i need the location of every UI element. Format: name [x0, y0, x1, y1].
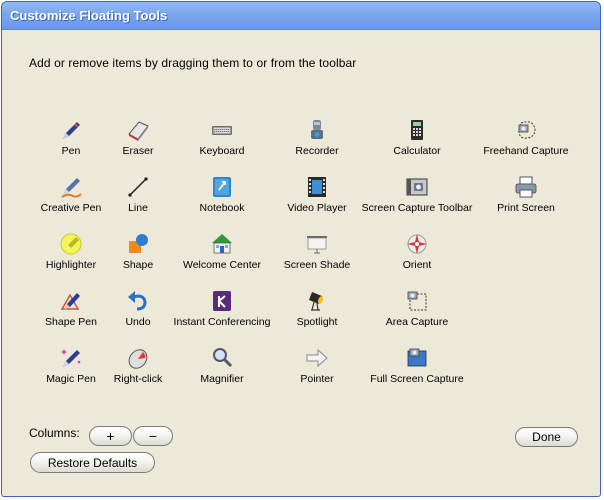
tool-full-screen-capture[interactable]: Full Screen Capture	[358, 345, 476, 393]
tool-label: Screen Capture Toolbar	[361, 202, 473, 214]
line-icon	[125, 174, 151, 200]
eraser-icon	[125, 117, 151, 143]
tool-label: Area Capture	[385, 316, 449, 328]
pointer-arrow-icon	[304, 345, 330, 371]
remove-column-button[interactable]: −	[133, 426, 173, 446]
magnifier-icon	[209, 345, 235, 371]
welcome-center-icon	[209, 231, 235, 257]
tool-area-capture[interactable]: Area Capture	[358, 288, 476, 336]
notebook-icon	[209, 174, 235, 200]
instant-conferencing-icon	[209, 288, 235, 314]
print-screen-icon	[513, 174, 539, 200]
customize-floating-tools-dialog: Customize Floating Tools Add or remove i…	[1, 1, 601, 497]
tool-label: Full Screen Capture	[370, 373, 464, 385]
tool-label: Calculator	[393, 145, 441, 157]
window-title: Customize Floating Tools	[10, 8, 168, 23]
full-screen-capture-icon	[404, 345, 430, 371]
done-button[interactable]: Done	[515, 427, 578, 447]
instruction-text: Add or remove items by dragging them to …	[29, 56, 357, 70]
tool-screen-capture-toolbar[interactable]: Screen Capture Toolbar	[358, 174, 476, 222]
tool-label: Orient	[402, 259, 432, 271]
undo-icon	[125, 288, 151, 314]
keyboard-icon	[209, 117, 235, 143]
tool-label: Freehand Capture	[483, 145, 569, 157]
title-bar[interactable]: Customize Floating Tools	[2, 2, 600, 30]
tool-freehand-capture[interactable]: Freehand Capture	[467, 117, 585, 165]
orient-icon	[404, 231, 430, 257]
area-capture-icon	[404, 288, 430, 314]
tool-orient[interactable]: Orient	[358, 231, 476, 279]
freehand-capture-icon	[513, 117, 539, 143]
video-player-icon	[304, 174, 330, 200]
restore-defaults-button[interactable]: Restore Defaults	[30, 452, 155, 473]
mouse-icon	[125, 345, 151, 371]
tool-calculator[interactable]: Calculator	[358, 117, 476, 165]
calculator-icon	[404, 117, 430, 143]
dialog-body: Add or remove items by dragging them to …	[2, 30, 600, 496]
spotlight-icon	[304, 288, 330, 314]
tool-label: Print Screen	[497, 202, 555, 214]
recorder-icon	[304, 117, 330, 143]
shape-icon	[125, 231, 151, 257]
screen-shade-icon	[304, 231, 330, 257]
add-column-button[interactable]: +	[89, 426, 132, 446]
screen-capture-toolbar-icon	[404, 174, 430, 200]
tool-print-screen[interactable]: Print Screen	[467, 174, 585, 222]
columns-label: Columns:	[29, 426, 80, 440]
